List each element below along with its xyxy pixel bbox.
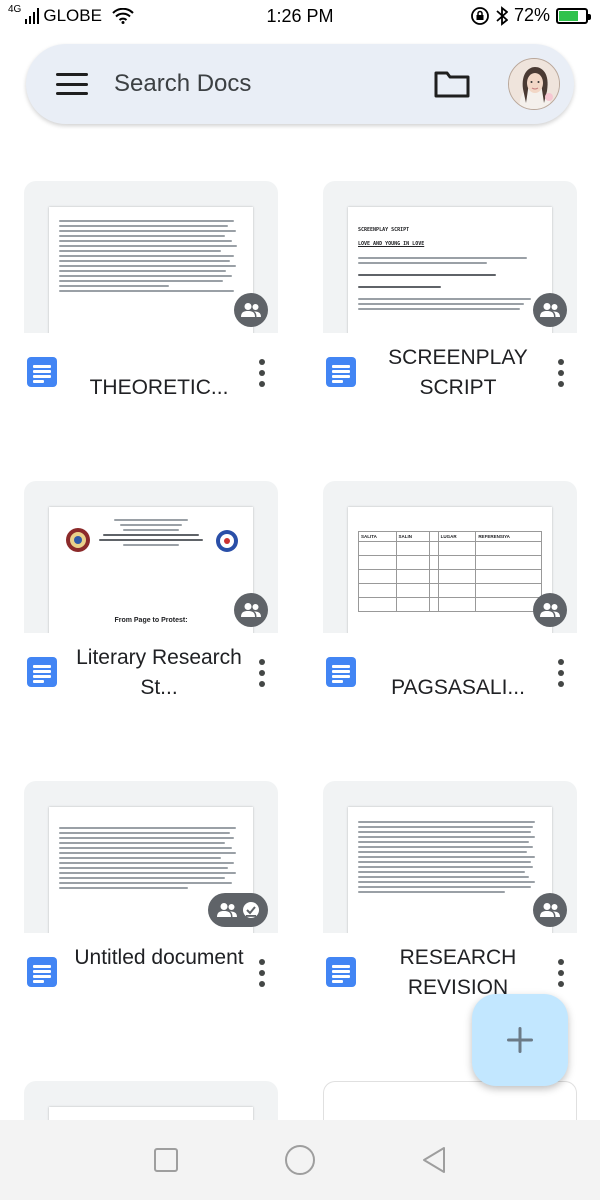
doc-preview: SCREENPLAY SCRIPT LOVE AND YOUNG IN LOVE — [348, 207, 552, 333]
status-right: 72% — [470, 5, 591, 26]
search-input[interactable]: Search Docs — [114, 70, 251, 98]
back-triangle-icon[interactable] — [421, 1145, 447, 1175]
offline-check-icon — [243, 902, 259, 918]
doc-card[interactable]: SALITA SALIN LUGAR REFERENSIYA PAGSASALI… — [323, 481, 577, 731]
hamburger-menu-icon[interactable] — [56, 73, 88, 95]
shared-people-icon — [533, 593, 567, 627]
recent-apps-square-icon[interactable] — [153, 1147, 179, 1173]
preview-table: SALITA SALIN LUGAR REFERENSIYA — [358, 531, 542, 612]
doc-preview — [49, 207, 253, 333]
battery-level-fill — [559, 10, 578, 21]
search-bar[interactable]: Search Docs — [26, 44, 574, 124]
google-docs-icon — [27, 357, 57, 387]
shared-people-icon — [234, 293, 268, 327]
google-docs-icon — [326, 657, 356, 687]
doc-thumbnail[interactable] — [323, 1081, 577, 1121]
doc-thumbnail[interactable] — [24, 781, 278, 933]
account-avatar[interactable] — [508, 58, 560, 110]
more-options-icon[interactable] — [258, 659, 266, 687]
doc-preview: From Page to Protest: — [49, 507, 253, 633]
doc-thumbnail[interactable] — [24, 181, 278, 333]
plus-icon — [507, 1027, 533, 1053]
battery-icon — [556, 7, 591, 24]
doc-title[interactable]: Untitled document — [74, 943, 244, 973]
more-options-icon[interactable] — [557, 359, 565, 387]
doc-card[interactable]: SCREENPLAY SCRIPT LOVE AND YOUNG IN LOVE… — [323, 181, 577, 431]
doc-card[interactable]: Untitled document — [24, 781, 278, 1031]
more-options-icon[interactable] — [557, 959, 565, 987]
doc-thumbnail[interactable]: From Page to Protest: — [24, 481, 278, 633]
doc-title[interactable]: Literary Research St... — [74, 643, 244, 703]
doc-card[interactable]: THEORETIC... — [24, 181, 278, 431]
doc-card[interactable] — [323, 1081, 577, 1121]
doc-preview — [49, 1107, 253, 1121]
doc-thumbnail[interactable] — [323, 781, 577, 933]
shared-offline-badge — [208, 893, 268, 927]
doc-thumbnail[interactable] — [24, 1081, 278, 1121]
battery-percent: 72% — [513, 5, 550, 25]
google-docs-icon — [326, 357, 356, 387]
system-nav-bar — [0, 1120, 600, 1200]
new-document-button[interactable] — [472, 994, 568, 1086]
doc-preview — [348, 807, 552, 933]
more-options-icon[interactable] — [258, 959, 266, 987]
seal-left-icon — [66, 528, 90, 552]
shared-people-icon — [533, 893, 567, 927]
google-docs-icon — [27, 657, 57, 687]
google-docs-icon — [326, 957, 356, 987]
status-bar: 4G GLOBE 1:26 PM 72% — [0, 0, 600, 34]
shared-people-icon — [234, 593, 268, 627]
seal-right-icon — [216, 530, 238, 552]
more-options-icon[interactable] — [557, 659, 565, 687]
doc-title[interactable]: THEORETIC... — [74, 373, 244, 403]
shared-people-icon — [217, 903, 237, 917]
doc-thumbnail[interactable]: SCREENPLAY SCRIPT LOVE AND YOUNG IN LOVE — [323, 181, 577, 333]
doc-card[interactable]: From Page to Protest: Literary Research … — [24, 481, 278, 731]
home-circle-icon[interactable] — [284, 1144, 316, 1176]
google-docs-icon — [27, 957, 57, 987]
doc-title[interactable]: SCREENPLAY SCRIPT — [373, 343, 543, 403]
doc-preview: SALITA SALIN LUGAR REFERENSIYA — [348, 507, 552, 633]
doc-title[interactable]: PAGSASALI... — [373, 673, 543, 703]
doc-thumbnail[interactable]: SALITA SALIN LUGAR REFERENSIYA — [323, 481, 577, 633]
bluetooth-icon — [496, 5, 508, 26]
folder-icon[interactable] — [434, 70, 470, 98]
rotation-lock-icon — [471, 6, 489, 25]
more-options-icon[interactable] — [258, 359, 266, 387]
doc-card[interactable] — [24, 1081, 278, 1121]
shared-people-icon — [533, 293, 567, 327]
